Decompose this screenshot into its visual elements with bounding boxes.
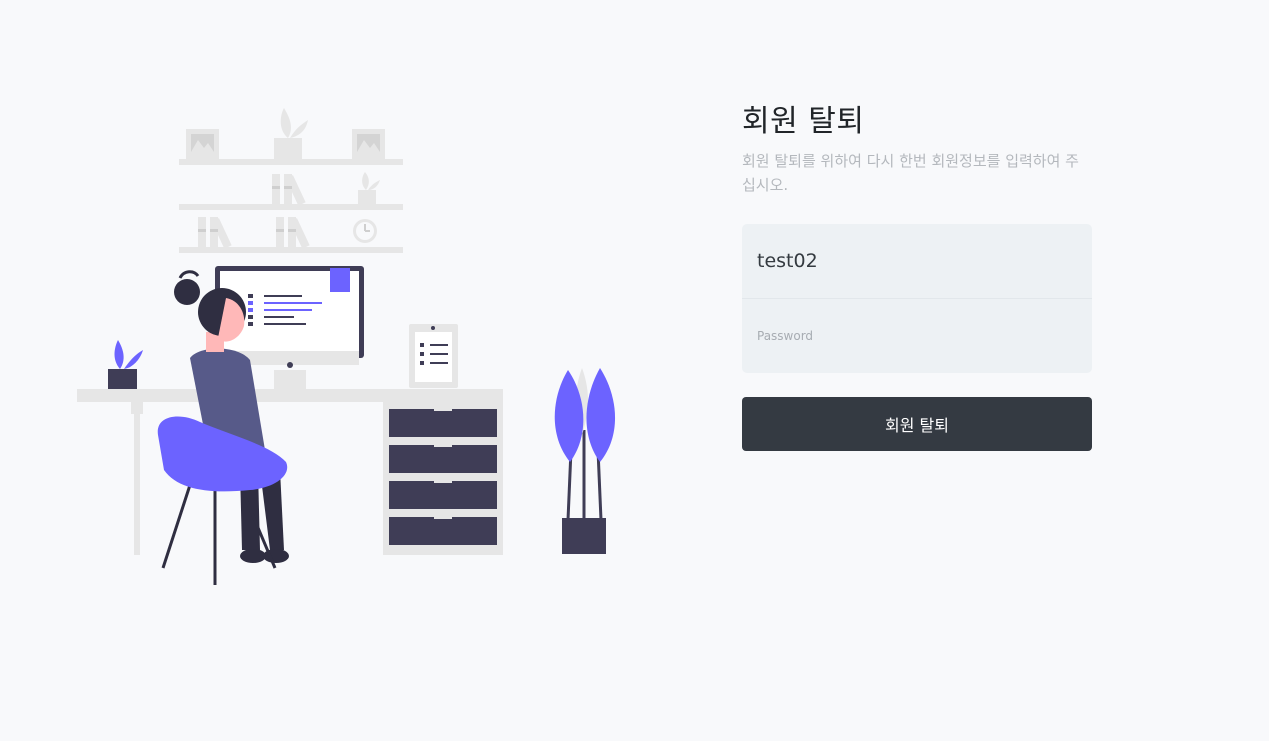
books-middle-icon [272,174,306,206]
withdrawal-form: 회원 탈퇴 회원 탈퇴를 위하여 다시 한번 회원정보를 입력하여 주십시오. … [742,100,1092,451]
tall-plant-icon [554,368,616,554]
password-input[interactable] [742,299,1092,373]
person-at-desk-illustration [77,108,616,585]
small-plant-middle-icon [358,172,380,204]
page-subtitle: 회원 탈퇴를 위하여 다시 한번 회원정보를 입력하여 주십시오. [742,152,1079,194]
page-title: 회원 탈퇴 [742,104,865,139]
books-bottom-left-icon [198,217,232,249]
picture-frame-right-icon [352,129,385,159]
withdraw-button[interactable]: 회원 탈퇴 [742,397,1092,451]
picture-frame-left-icon [186,129,219,159]
books-bottom-right-icon [276,217,310,249]
tablet-icon [409,324,458,388]
shelf-top [179,159,403,165]
shelf-bottom [179,247,403,253]
potted-plant-top-icon [274,108,308,159]
withdrawal-page: 회원 탈퇴 회원 탈퇴를 위하여 다시 한번 회원정보를 입력하여 주십시오. … [0,0,1269,741]
desk-plant-icon [108,340,143,389]
username-input[interactable] [742,224,1092,299]
desk-icon [77,389,503,555]
clock-icon [353,219,377,243]
shelf-middle [179,204,403,210]
credentials-group [742,224,1092,373]
